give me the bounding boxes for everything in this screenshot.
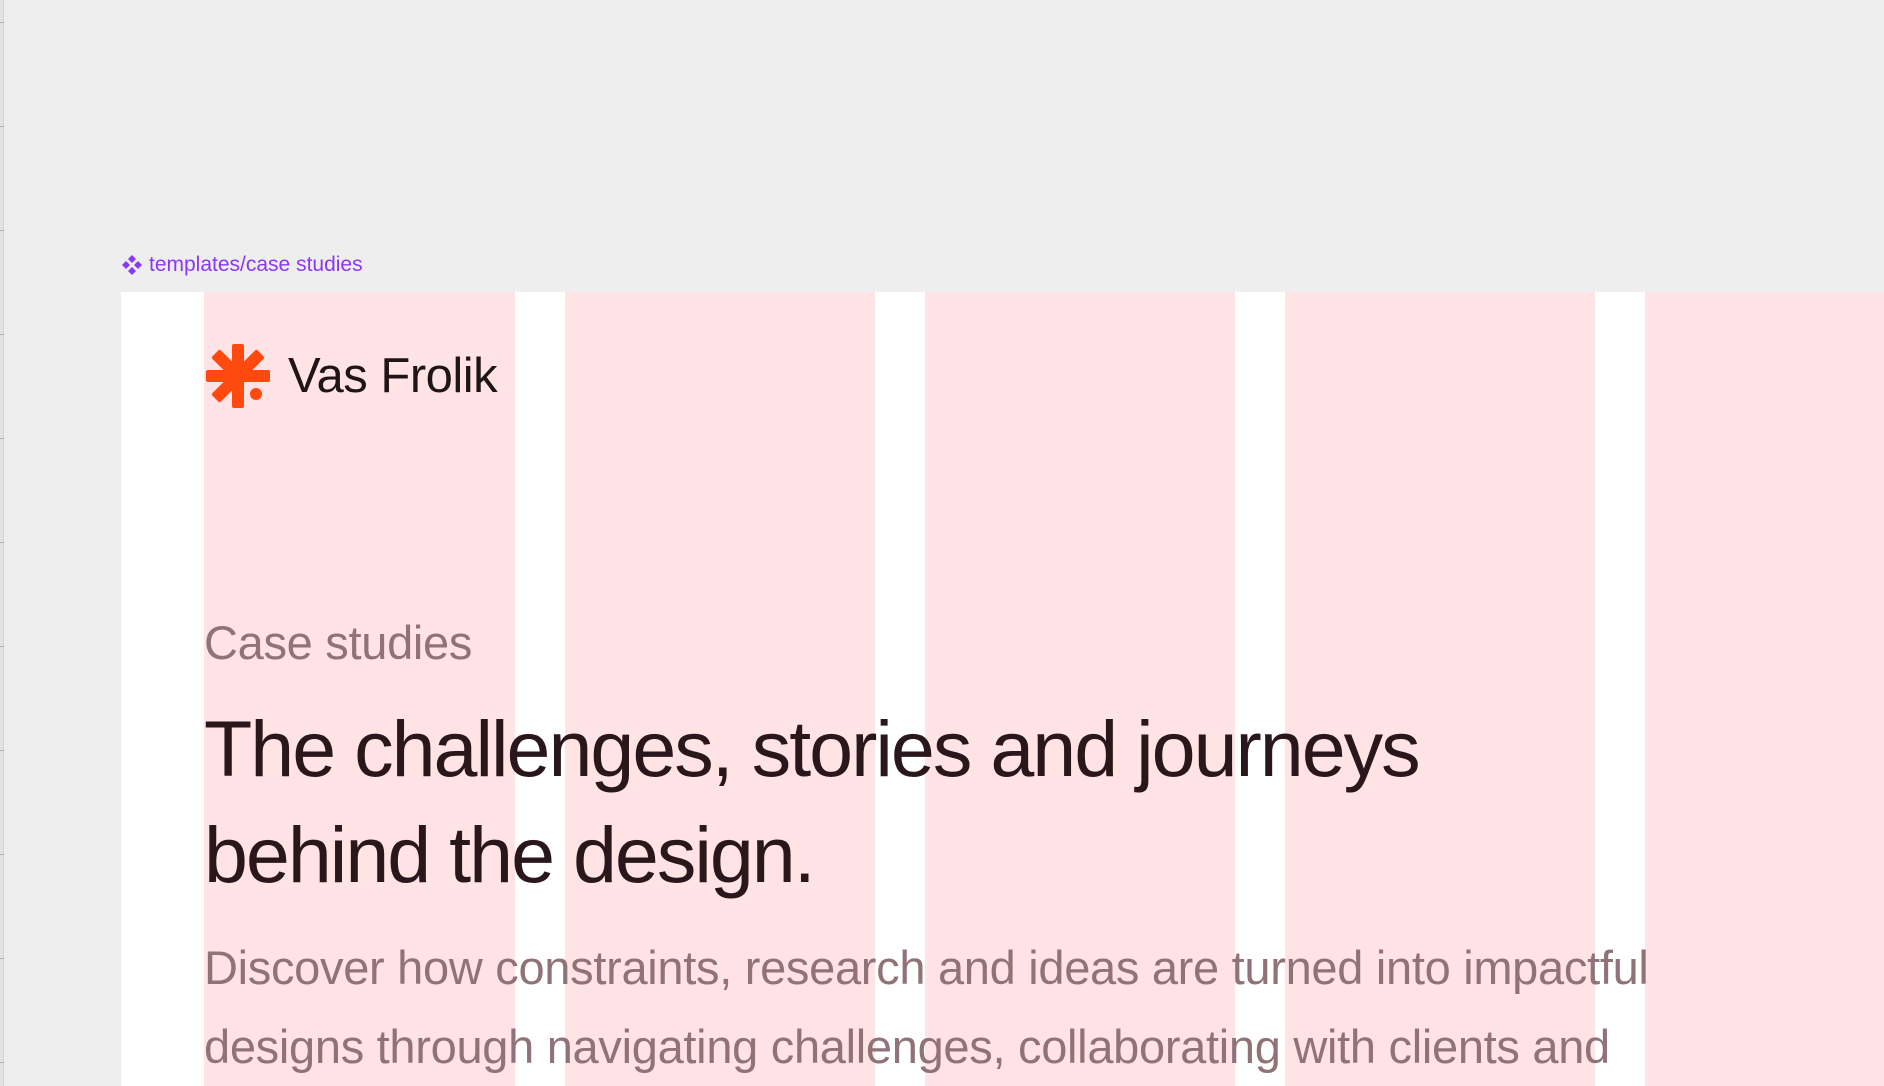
hero-headline: The challenges, stories and journeys beh… (204, 696, 1724, 908)
brand-logo[interactable]: Vas Frolik (204, 342, 498, 410)
section-eyebrow: Case studies (204, 616, 473, 669)
ruler-tick (0, 438, 4, 439)
ruler-tick (0, 230, 4, 231)
component-icon (121, 254, 143, 276)
frame-label-text: templates/case studies (149, 253, 363, 276)
ruler-tick (0, 334, 4, 335)
hero-lede: Discover how constraints, research and i… (204, 928, 1764, 1086)
brand-name: Vas Frolik (288, 349, 498, 403)
asterisk-logo-icon (204, 342, 272, 410)
hero-content: Vas Frolik Case studies The challenges, … (204, 292, 1884, 1086)
ruler-tick (0, 126, 4, 127)
hero-lede-line: Discover how constraints, research and i… (204, 941, 1649, 994)
hero-headline-line: behind the design. (204, 810, 816, 899)
design-canvas[interactable]: templates/case studies Vas Frolik Case s… (0, 0, 1884, 1086)
case-studies-frame[interactable]: Vas Frolik Case studies The challenges, … (121, 292, 1884, 1086)
ruler-tick (0, 646, 4, 647)
ruler-tick (0, 958, 4, 959)
ruler-tick (0, 750, 4, 751)
ruler-tick (0, 22, 4, 23)
vertical-ruler (0, 0, 4, 1086)
ruler-tick (0, 542, 4, 543)
hero-lede-line: designs through navigating challenges, c… (204, 1020, 1610, 1073)
frame-label[interactable]: templates/case studies (121, 252, 363, 278)
ruler-tick (0, 1062, 4, 1063)
ruler-tick (0, 854, 4, 855)
hero-headline-line: The challenges, stories and journeys (204, 704, 1421, 793)
